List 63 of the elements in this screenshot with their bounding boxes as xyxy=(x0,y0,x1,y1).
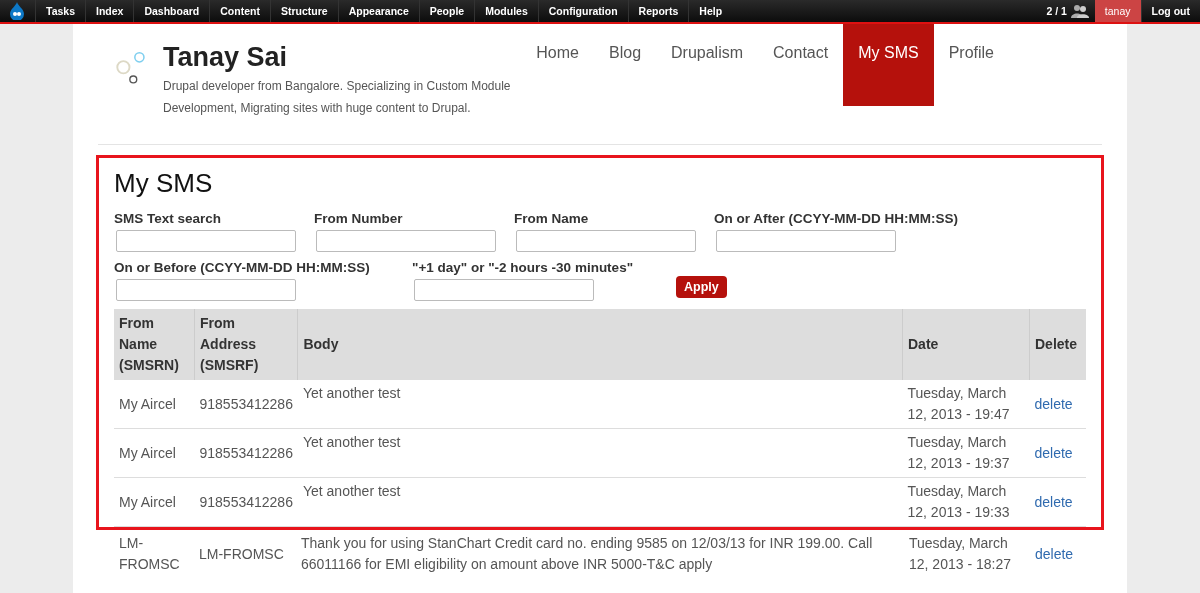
table-cell: Yet another test xyxy=(297,477,903,527)
table-cell-text: Thank you for using StanChart Credit card no. ending 9585 on 12/03/13 for INR 199.00. Call 66011166 for EMI eligibility on amount above INR 5000-T&C apply xyxy=(300,534,874,574)
toolbar-link[interactable]: Index xyxy=(85,0,134,22)
input-field[interactable] xyxy=(414,279,594,301)
table-cell-text: LM-FROMSC xyxy=(118,534,181,574)
toolbar-link[interactable]: Appearance xyxy=(337,0,419,22)
input-field[interactable] xyxy=(116,230,296,252)
table-cell: 918553412286 xyxy=(194,380,298,429)
apply-button[interactable]: Apply xyxy=(676,275,727,298)
input-field[interactable] xyxy=(316,230,496,252)
toolbar-link[interactable]: Reports xyxy=(627,0,689,22)
toolbar-link[interactable]: Content xyxy=(209,0,270,22)
page-title: My SMS xyxy=(114,168,214,199)
toolbar-link[interactable]: Dashboard xyxy=(133,0,210,22)
table-cell: My Aircel xyxy=(114,428,195,478)
user-link[interactable]: tanay xyxy=(1094,0,1141,22)
delete-link[interactable]: delete xyxy=(1034,493,1073,510)
filter-label: "+1 day" or "-2 hours -30 minutes" xyxy=(412,260,635,275)
filter-label: From Number xyxy=(314,211,404,226)
toolbar-link[interactable]: Configuration xyxy=(537,0,628,22)
logout-link[interactable]: Log out xyxy=(1140,0,1200,22)
delete-link[interactable]: delete xyxy=(1035,545,1074,562)
input-field[interactable] xyxy=(116,279,296,301)
drop-logo-icon[interactable] xyxy=(9,2,25,20)
input-field[interactable] xyxy=(516,230,696,252)
table-cell: 918553412286 xyxy=(194,477,298,527)
delete-link[interactable]: delete xyxy=(1034,444,1073,461)
menu-link[interactable]: Contact xyxy=(758,24,844,83)
table-cell: Tuesday, March 12, 2013 - 19:37 xyxy=(902,428,1030,478)
table-cell: Yet another test xyxy=(297,380,903,429)
table-cell: Yet another test xyxy=(297,428,903,478)
users-count: 2 / 1 xyxy=(1046,5,1067,17)
menu-link[interactable]: My SMS xyxy=(843,24,934,106)
site-slogan: Drupal developer from Bangalore. Specializing in Custom Module Development, Migrating sites with huge content to Drupal. xyxy=(163,78,512,117)
column-header: Body xyxy=(297,309,903,380)
column-header: Delete xyxy=(1029,309,1086,380)
filter-label: On or Before (CCYY-MM-DD HH:MM:SS) xyxy=(114,260,371,275)
table-cell: My Aircel xyxy=(114,477,195,527)
menu-link[interactable]: Blog xyxy=(594,24,657,83)
toolbar-link[interactable]: Help xyxy=(688,0,733,22)
menu-link[interactable]: Home xyxy=(521,24,594,83)
site-name[interactable]: Tanay Sai xyxy=(163,42,522,73)
column-header: Date xyxy=(902,309,1030,380)
table-cell-text: LM-FROMSC xyxy=(198,544,285,564)
filter-label: SMS Text search xyxy=(114,211,223,226)
delete-link[interactable]: delete xyxy=(1034,395,1073,412)
filter-label: On or After (CCYY-MM-DD HH:MM:SS) xyxy=(714,211,959,226)
column-header: From Address (SMSRF) xyxy=(194,309,298,380)
menu-link[interactable]: Profile xyxy=(933,24,1009,83)
table-cell: Tuesday, March 12, 2013 - 19:47 xyxy=(902,380,1030,429)
toolbar-link[interactable]: People xyxy=(418,0,475,22)
toolbar-link[interactable]: Tasks xyxy=(35,0,85,22)
toolbar-link[interactable]: Structure xyxy=(269,0,338,22)
users-icon xyxy=(1070,4,1089,18)
filter-label: From Name xyxy=(514,211,590,226)
column-header: From Name (SMSRN) xyxy=(114,309,195,380)
toolbar-link[interactable]: Modules xyxy=(474,0,538,22)
table-cell-text: Tuesday, March 12, 2013 - 18:27 xyxy=(908,534,1012,574)
table-cell: Tuesday, March 12, 2013 - 19:33 xyxy=(902,477,1030,527)
input-field[interactable] xyxy=(716,230,896,252)
table-cell: My Aircel xyxy=(114,380,195,429)
table-cell: 918553412286 xyxy=(194,428,298,478)
menu-link[interactable]: Drupalism xyxy=(656,24,759,83)
